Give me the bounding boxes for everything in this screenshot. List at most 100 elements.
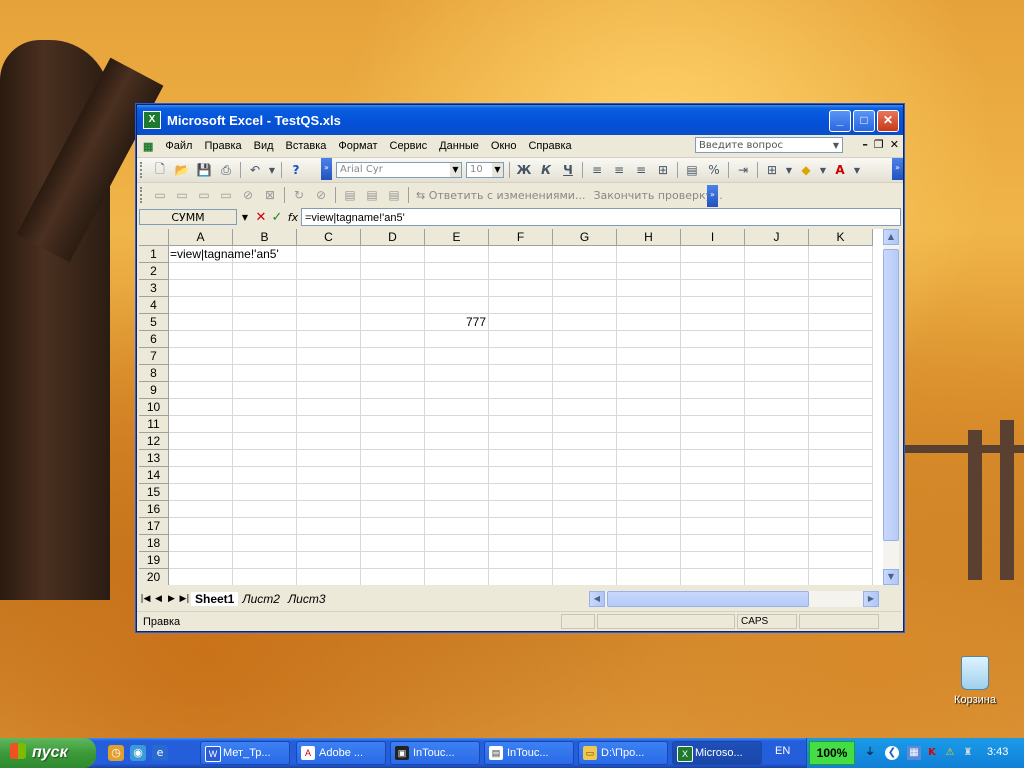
cell-g10[interactable] (553, 399, 617, 416)
cell-d9[interactable] (361, 382, 425, 399)
cell-b13[interactable] (233, 450, 297, 467)
cell-a19[interactable] (169, 552, 233, 569)
cell-f2[interactable] (489, 263, 553, 280)
cell-j5[interactable] (745, 314, 809, 331)
cell-g20[interactable] (553, 569, 617, 585)
cell-e3[interactable] (425, 280, 489, 297)
cell-c6[interactable] (297, 331, 361, 348)
maximize-button[interactable]: □ (853, 110, 875, 132)
cell-h17[interactable] (617, 518, 681, 535)
font-name-select[interactable]: Arial Cyr ▼ (336, 162, 462, 178)
cell-h12[interactable] (617, 433, 681, 450)
cell-i16[interactable] (681, 501, 745, 518)
fill-color-icon[interactable]: ◆ (796, 161, 816, 179)
cell-g7[interactable] (553, 348, 617, 365)
cell-h8[interactable] (617, 365, 681, 382)
cell-f16[interactable] (489, 501, 553, 518)
cell-d1[interactable] (361, 246, 425, 263)
cell-i17[interactable] (681, 518, 745, 535)
cell-k16[interactable] (809, 501, 873, 518)
cell-h10[interactable] (617, 399, 681, 416)
taskbar-button-word[interactable]: W Мет_Тр... (200, 741, 290, 765)
cell-c8[interactable] (297, 365, 361, 382)
cell-k14[interactable] (809, 467, 873, 484)
review-icon[interactable]: ⊘ (238, 186, 258, 204)
cell-h16[interactable] (617, 501, 681, 518)
column-header-i[interactable]: I (681, 229, 745, 246)
cell-e20[interactable] (425, 569, 489, 585)
cell-b12[interactable] (233, 433, 297, 450)
cell-d5[interactable] (361, 314, 425, 331)
cell-a16[interactable] (169, 501, 233, 518)
cell-b7[interactable] (233, 348, 297, 365)
toolbar-options-icon[interactable]: » (892, 158, 903, 180)
row-header-16[interactable]: 16 (139, 501, 169, 518)
cell-c1[interactable] (297, 246, 361, 263)
chevron-down-icon[interactable]: ▼ (492, 163, 503, 177)
cell-a13[interactable] (169, 450, 233, 467)
cell-f12[interactable] (489, 433, 553, 450)
column-header-a[interactable]: A (169, 229, 233, 246)
open-folder-icon[interactable]: 📂 (172, 161, 192, 179)
recycle-bin-shortcut[interactable]: Корзина (948, 656, 1002, 706)
cell-i11[interactable] (681, 416, 745, 433)
cell-e7[interactable] (425, 348, 489, 365)
review-icon[interactable]: ⊠ (260, 186, 280, 204)
cell-j19[interactable] (745, 552, 809, 569)
row-header-13[interactable]: 13 (139, 450, 169, 467)
cell-d18[interactable] (361, 535, 425, 552)
workbook-minimize-button[interactable]: – (862, 138, 868, 151)
toolbar-grip[interactable] (140, 162, 145, 178)
cell-k3[interactable] (809, 280, 873, 297)
review-icon[interactable]: ⊘ (311, 186, 331, 204)
row-header-18[interactable]: 18 (139, 535, 169, 552)
cell-a20[interactable] (169, 569, 233, 585)
cell-i20[interactable] (681, 569, 745, 585)
cell-g4[interactable] (553, 297, 617, 314)
close-button[interactable]: ✕ (877, 110, 899, 132)
cell-d2[interactable] (361, 263, 425, 280)
cell-c20[interactable] (297, 569, 361, 585)
row-header-20[interactable]: 20 (139, 569, 169, 585)
review-icon[interactable]: ▭ (194, 186, 214, 204)
first-sheet-icon[interactable]: |◀ (139, 594, 152, 604)
cell-b20[interactable] (233, 569, 297, 585)
cell-d15[interactable] (361, 484, 425, 501)
vertical-scrollbar[interactable]: ▲ ▼ (883, 229, 899, 585)
cell-g6[interactable] (553, 331, 617, 348)
cell-g14[interactable] (553, 467, 617, 484)
column-header-f[interactable]: F (489, 229, 553, 246)
reply-with-changes-button[interactable]: ⇆ Ответить с изменениями... (412, 189, 589, 202)
network-icon[interactable]: ▦ (907, 746, 921, 760)
cell-b17[interactable] (233, 518, 297, 535)
cell-g1[interactable] (553, 246, 617, 263)
cell-b15[interactable] (233, 484, 297, 501)
chevron-down-icon[interactable]: ▼ (450, 163, 461, 177)
menu-format[interactable]: Формат (332, 140, 383, 152)
cell-b18[interactable] (233, 535, 297, 552)
cell-c18[interactable] (297, 535, 361, 552)
cell-j16[interactable] (745, 501, 809, 518)
cell-h2[interactable] (617, 263, 681, 280)
cell-i5[interactable] (681, 314, 745, 331)
cell-j7[interactable] (745, 348, 809, 365)
menu-data[interactable]: Данные (433, 140, 485, 152)
cell-e1[interactable] (425, 246, 489, 263)
cell-c15[interactable] (297, 484, 361, 501)
cell-k4[interactable] (809, 297, 873, 314)
menu-edit[interactable]: Правка (198, 140, 247, 152)
review-icon[interactable]: ▭ (216, 186, 236, 204)
cell-e13[interactable] (425, 450, 489, 467)
cell-a9[interactable] (169, 382, 233, 399)
formula-input[interactable]: =view|tagname!'an5' (301, 208, 901, 226)
underline-button[interactable]: Ч (558, 161, 578, 179)
select-all-button[interactable] (139, 229, 169, 246)
cell-h19[interactable] (617, 552, 681, 569)
cell-e2[interactable] (425, 263, 489, 280)
name-box[interactable]: СУММ (139, 209, 237, 225)
cell-i7[interactable] (681, 348, 745, 365)
row-header-14[interactable]: 14 (139, 467, 169, 484)
cell-d7[interactable] (361, 348, 425, 365)
column-header-h[interactable]: H (617, 229, 681, 246)
cell-j11[interactable] (745, 416, 809, 433)
